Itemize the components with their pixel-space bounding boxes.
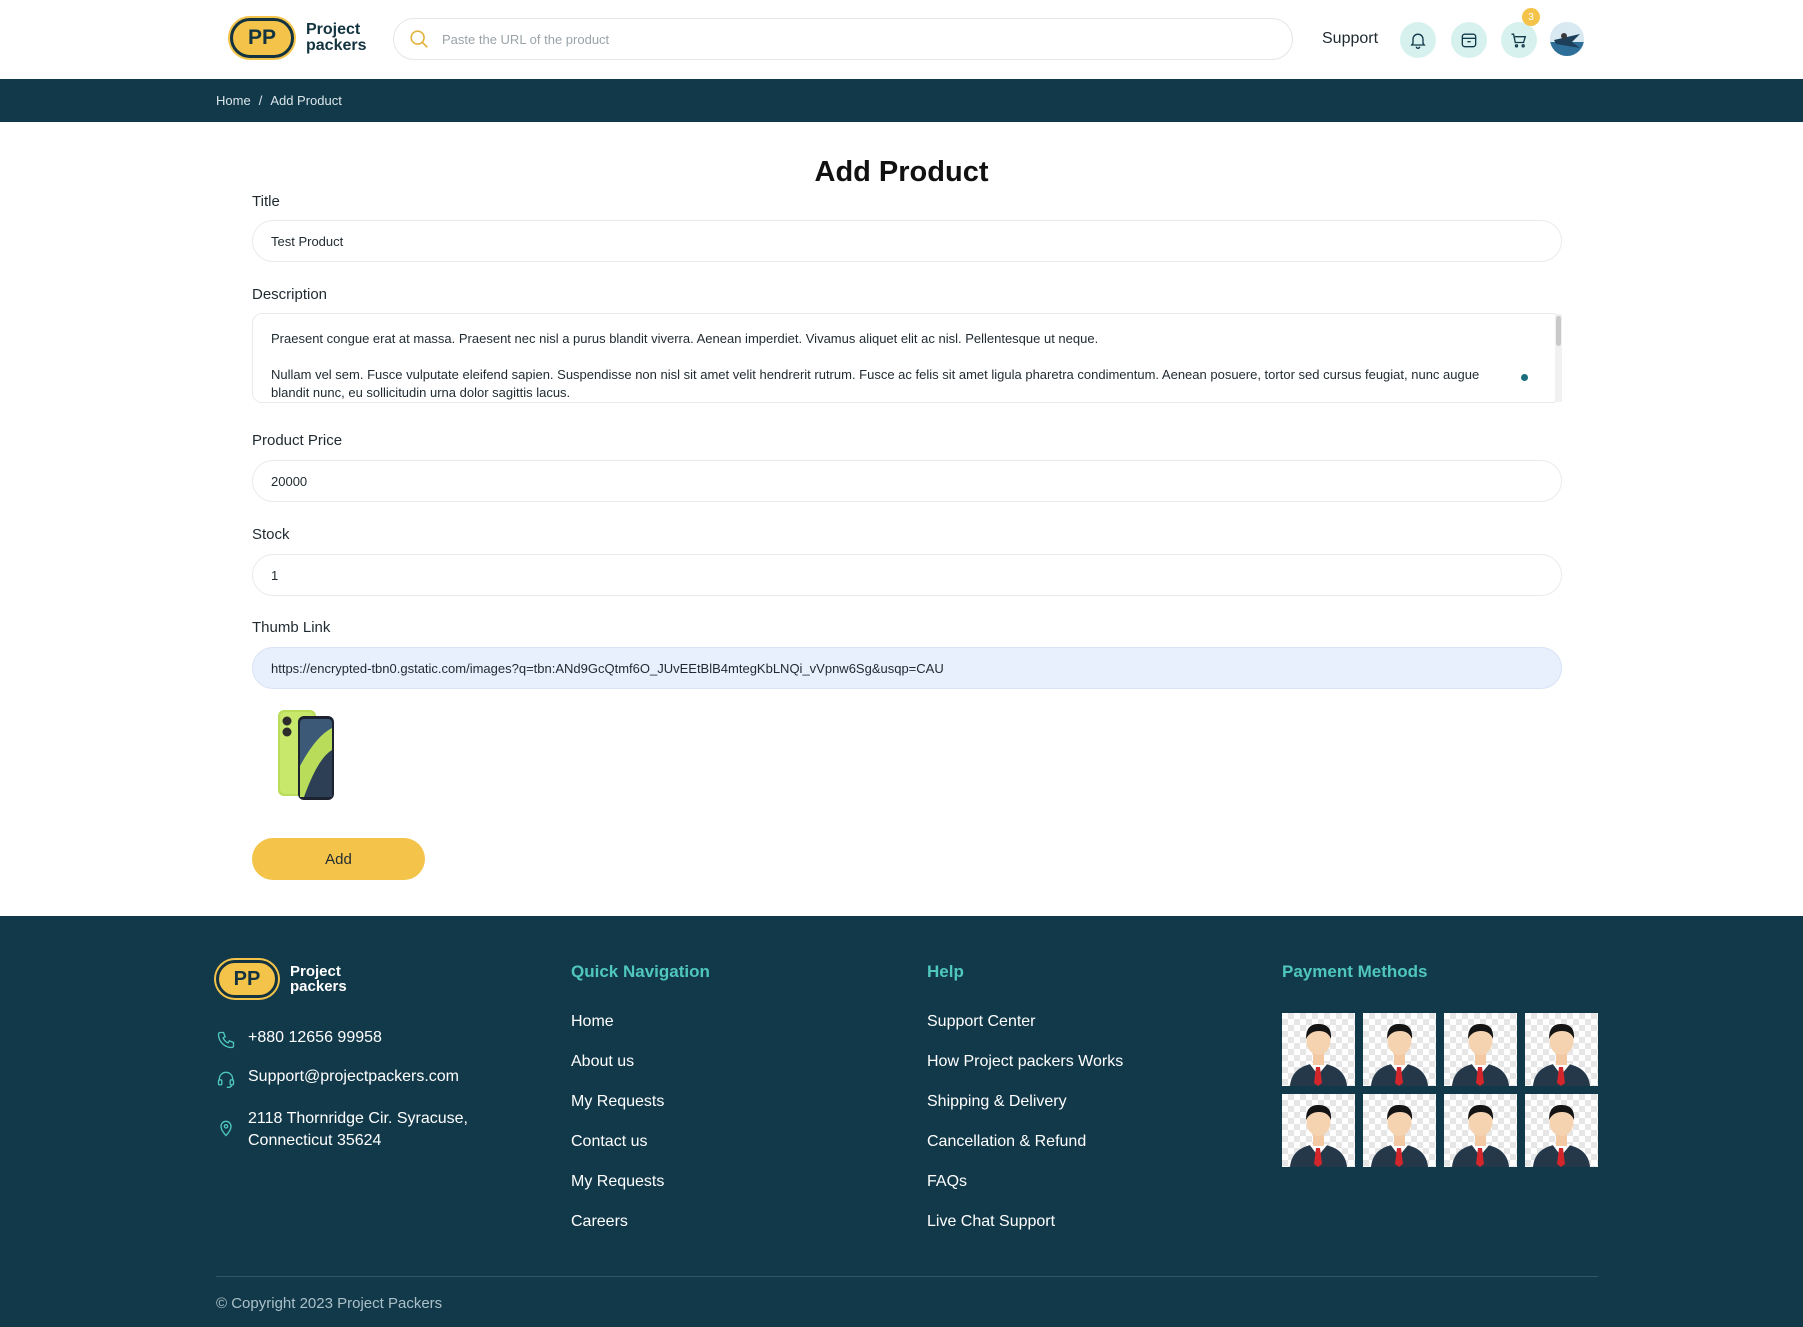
header-logo[interactable]: PP Project packers xyxy=(230,18,367,58)
list-item: About us xyxy=(571,1053,664,1093)
help-live-chat-link[interactable]: Live Chat Support xyxy=(927,1213,1055,1230)
quick-navigation-heading: Quick Navigation xyxy=(571,962,710,981)
help-list: Support Center How Project packers Works… xyxy=(927,1013,1123,1253)
quick-nav-about-link[interactable]: About us xyxy=(571,1053,634,1070)
breadcrumb-current: Add Product xyxy=(270,93,342,108)
footer-divider xyxy=(216,1276,1598,1277)
help-heading: Help xyxy=(927,962,964,981)
logo-line-1: Project xyxy=(306,21,361,38)
footer-email[interactable]: Support@projectpackers.com xyxy=(216,1068,459,1089)
stock-label: Stock xyxy=(252,526,290,543)
stock-input[interactable] xyxy=(252,554,1562,596)
breadcrumb-bar: Home / Add Product xyxy=(0,79,1803,122)
footer-address-line-1: 2118 Thornridge Cir. Syracuse, xyxy=(248,1110,468,1127)
payment-methods-heading: Payment Methods xyxy=(1282,962,1428,981)
bell-icon xyxy=(1410,33,1426,49)
orders-button[interactable] xyxy=(1451,22,1487,58)
list-item: Cancellation & Refund xyxy=(927,1133,1123,1173)
payment-method-tile xyxy=(1282,1094,1355,1167)
list-item: Careers xyxy=(571,1213,664,1253)
description-paragraph-1: Praesent congue erat at massa. Praesent … xyxy=(271,331,1099,346)
footer-logo-badge: PP xyxy=(216,960,278,998)
description-label: Description xyxy=(252,286,328,303)
list-item: Home xyxy=(571,1013,664,1053)
list-item: Live Chat Support xyxy=(927,1213,1123,1253)
help-cancellation-link[interactable]: Cancellation & Refund xyxy=(927,1133,1086,1150)
help-faqs-link[interactable]: FAQs xyxy=(927,1173,967,1190)
description-textarea[interactable]: Praesent congue erat at massa. Praesent … xyxy=(252,313,1562,403)
footer-address: 2118 Thornridge Cir. Syracuse, Connectic… xyxy=(216,1108,468,1152)
description-paragraph-2: Nullam vel sem. Fusce vulputate eleifend… xyxy=(271,367,1480,400)
avatar-image xyxy=(1550,22,1584,56)
payment-methods-grid xyxy=(1282,1013,1598,1167)
add-product-button[interactable]: Add xyxy=(252,838,425,880)
footer-logo-line-1: Project xyxy=(290,963,341,980)
price-label: Product Price xyxy=(252,432,343,449)
list-item: FAQs xyxy=(927,1173,1123,1213)
quick-nav-careers-link[interactable]: Careers xyxy=(571,1213,628,1230)
footer-address-line-2: Connecticut 35624 xyxy=(248,1132,382,1149)
quick-nav-requests-link[interactable]: My Requests xyxy=(571,1093,664,1110)
footer-phone[interactable]: +880 12656 99958 xyxy=(216,1029,382,1050)
list-item: Shipping & Delivery xyxy=(927,1093,1123,1133)
notifications-button[interactable] xyxy=(1400,22,1436,58)
package-icon xyxy=(1461,33,1477,48)
breadcrumb-separator: / xyxy=(258,93,263,108)
quick-navigation-list: Home About us My Requests Contact us My … xyxy=(571,1013,664,1253)
cart-button[interactable] xyxy=(1501,22,1537,58)
help-how-it-works-link[interactable]: How Project packers Works xyxy=(927,1053,1123,1070)
phone-icon xyxy=(217,1031,235,1049)
payment-method-tile xyxy=(1363,1013,1436,1086)
logo-text: Project packers xyxy=(306,22,367,54)
help-shipping-link[interactable]: Shipping & Delivery xyxy=(927,1093,1067,1110)
support-link[interactable]: Support xyxy=(1322,30,1378,48)
payment-method-tile xyxy=(1525,1094,1598,1167)
thumb-link-input[interactable] xyxy=(252,647,1562,689)
logo-line-2: packers xyxy=(306,37,367,54)
cart-count-badge: 3 xyxy=(1522,8,1540,26)
list-item: My Requests xyxy=(571,1093,664,1133)
quick-nav-contact-link[interactable]: Contact us xyxy=(571,1133,647,1150)
footer-phone-text: +880 12656 99958 xyxy=(248,1029,382,1046)
title-input[interactable] xyxy=(252,220,1562,262)
footer-logo[interactable]: PP Project packers xyxy=(216,960,347,998)
footer: PP Project packers +880 12656 99958 Supp… xyxy=(0,916,1803,1327)
user-avatar[interactable] xyxy=(1550,22,1584,56)
price-input[interactable] xyxy=(252,460,1562,502)
footer-logo-text: Project packers xyxy=(290,964,347,994)
product-thumbnail-image xyxy=(278,710,334,800)
quick-nav-requests-link-2[interactable]: My Requests xyxy=(571,1173,664,1190)
footer-logo-line-2: packers xyxy=(290,978,347,995)
description-scrollbar-thumb[interactable] xyxy=(1556,316,1561,346)
payment-method-tile xyxy=(1525,1013,1598,1086)
title-label: Title xyxy=(252,193,280,210)
payment-method-tile xyxy=(1363,1094,1436,1167)
location-pin-icon xyxy=(220,1120,232,1137)
cart-icon xyxy=(1511,33,1527,48)
search-icon[interactable] xyxy=(408,28,430,50)
payment-method-tile xyxy=(1282,1013,1355,1086)
list-item: How Project packers Works xyxy=(927,1053,1123,1093)
thumb-link-label: Thumb Link xyxy=(252,619,331,636)
top-header: PP Project packers Support 3 xyxy=(0,0,1803,79)
list-item: Contact us xyxy=(571,1133,664,1173)
grammar-indicator-icon[interactable] xyxy=(1521,374,1528,381)
help-support-center-link[interactable]: Support Center xyxy=(927,1013,1036,1030)
headset-icon xyxy=(217,1071,235,1088)
logo-badge: PP xyxy=(230,18,294,58)
list-item: Support Center xyxy=(927,1013,1123,1053)
footer-address-text: 2118 Thornridge Cir. Syracuse, Connectic… xyxy=(248,1108,468,1152)
list-item: My Requests xyxy=(571,1173,664,1213)
payment-method-tile xyxy=(1444,1094,1517,1167)
copyright-text: © Copyright 2023 Project Packers xyxy=(216,1295,443,1312)
footer-email-text: Support@projectpackers.com xyxy=(248,1068,459,1085)
breadcrumb-home[interactable]: Home xyxy=(216,93,251,108)
payment-method-tile xyxy=(1444,1013,1517,1086)
page-title: Add Product xyxy=(814,156,989,188)
breadcrumb: Home / Add Product xyxy=(216,93,342,108)
search-bar xyxy=(393,18,1293,60)
quick-nav-home-link[interactable]: Home xyxy=(571,1013,614,1030)
search-input[interactable] xyxy=(442,31,1262,47)
